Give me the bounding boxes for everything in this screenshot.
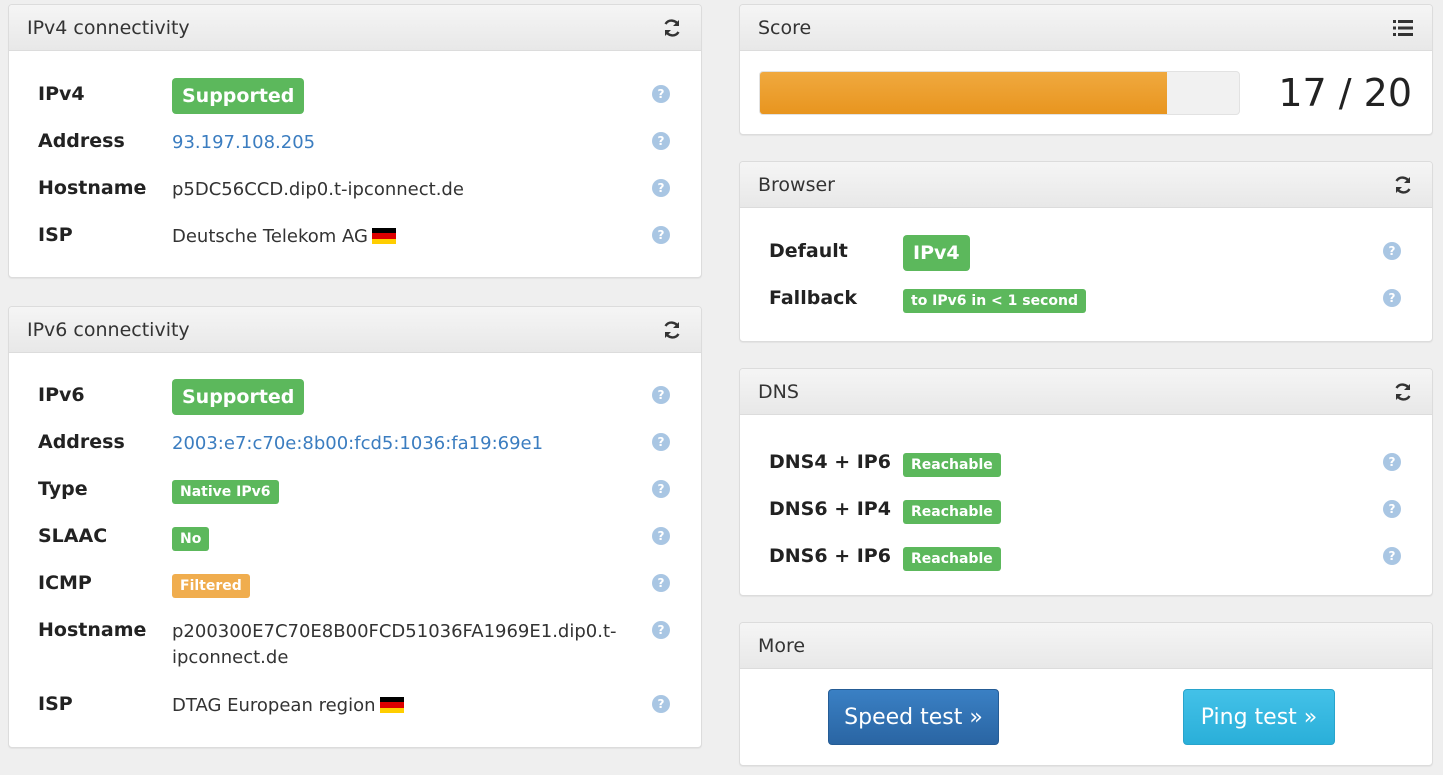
slaac-badge: No — [172, 527, 210, 551]
refresh-icon[interactable] — [1392, 174, 1414, 196]
ipv6-row-ipv6: IPv6 Supported ? — [9, 378, 701, 415]
help-icon[interactable]: ? — [1383, 547, 1401, 565]
hostname-line-2: ipconnect.de — [172, 647, 289, 668]
score-progress-bar — [759, 71, 1240, 115]
list-icon[interactable] — [1392, 17, 1414, 39]
ipv4-hostname: p5DC56CCD.dip0.t-ipconnect.de — [172, 179, 464, 200]
score-panel-header: Score — [740, 5, 1432, 51]
reachable-badge: Reachable — [903, 547, 1001, 571]
row-label: Address — [38, 130, 125, 152]
dns-row-dns6-ip4: DNS6 + IP4 Reachable ? — [740, 492, 1432, 526]
dns-row-dns6-ip6: DNS6 + IP6 Reachable ? — [740, 539, 1432, 573]
more-panel-title: More — [758, 634, 806, 657]
score-panel: Score 17 / 20 — [739, 4, 1433, 135]
ipv6-address-link[interactable]: 2003:e7:c70e:8b00:fcd5:1036:fa19:69e1 — [172, 431, 543, 457]
help-icon[interactable]: ? — [652, 179, 670, 197]
flag-de-icon — [379, 697, 404, 713]
help-icon[interactable]: ? — [652, 574, 670, 592]
row-label: ISP — [38, 693, 73, 715]
default-badge: IPv4 — [903, 235, 970, 271]
row-label: ISP — [38, 224, 73, 246]
icmp-badge: Filtered — [172, 574, 250, 598]
supported-badge: Supported — [172, 379, 305, 415]
browser-panel: Browser Default IPv4 ? Fallback to IPv6 … — [739, 161, 1433, 342]
help-icon[interactable]: ? — [652, 85, 670, 103]
ipv6-row-slaac: SLAAC No ? — [9, 519, 701, 553]
row-label: DNS6 + IP4 — [769, 498, 891, 520]
row-label: IPv4 — [38, 83, 85, 105]
speed-test-button[interactable]: Speed test » — [828, 689, 999, 745]
ipv6-panel: IPv6 connectivity IPv6 Supported ? Addre… — [8, 306, 702, 748]
row-label: Hostname — [38, 619, 147, 641]
more-panel: More Speed test » Ping test » — [739, 622, 1433, 766]
help-icon[interactable]: ? — [652, 527, 670, 545]
row-label: Type — [38, 478, 88, 500]
flag-de-icon — [371, 228, 396, 244]
row-label: ICMP — [38, 572, 92, 594]
hostname-line-1: p200300E7C70E8B00FCD51036FA1969E1.dip0.t… — [172, 621, 617, 642]
ipv4-row-hostname: Hostname p5DC56CCD.dip0.t-ipconnect.de ? — [9, 171, 701, 205]
row-label: Fallback — [769, 287, 858, 309]
isp-name: DTAG European region — [172, 695, 376, 716]
ipv4-panel-header: IPv4 connectivity — [9, 5, 701, 51]
help-icon[interactable]: ? — [1383, 289, 1401, 307]
help-icon[interactable]: ? — [652, 433, 670, 451]
type-badge: Native IPv6 — [172, 480, 279, 504]
help-icon[interactable]: ? — [652, 386, 670, 404]
score-progress-fill — [760, 72, 1168, 114]
ipv6-row-icmp: ICMP Filtered ? — [9, 566, 701, 600]
ipv6-panel-title: IPv6 connectivity — [27, 318, 190, 341]
ipv4-row-address: Address 93.197.108.205 ? — [9, 124, 701, 158]
row-label: IPv6 — [38, 384, 85, 406]
refresh-icon[interactable] — [1392, 381, 1414, 403]
ipv6-panel-header: IPv6 connectivity — [9, 307, 701, 353]
browser-row-default: Default IPv4 ? — [740, 234, 1432, 271]
browser-panel-title: Browser — [758, 173, 835, 196]
more-panel-header: More — [740, 623, 1432, 669]
ping-test-button[interactable]: Ping test » — [1183, 689, 1335, 745]
ipv4-panel: IPv4 connectivity IPv4 Supported ? Addre… — [8, 4, 702, 278]
row-label: DNS4 + IP6 — [769, 451, 891, 473]
dns-panel: DNS DNS4 + IP6 Reachable ? DNS6 + IP4 Re… — [739, 368, 1433, 596]
dns-row-dns4-ip6: DNS4 + IP6 Reachable ? — [740, 445, 1432, 479]
row-label: Hostname — [38, 177, 147, 199]
dns-panel-title: DNS — [758, 380, 799, 403]
browser-panel-header: Browser — [740, 162, 1432, 208]
row-label: Address — [38, 431, 125, 453]
ipv6-row-hostname: Hostname p200300E7C70E8B00FCD51036FA1969… — [9, 613, 701, 673]
help-icon[interactable]: ? — [652, 621, 670, 639]
help-icon[interactable]: ? — [1383, 453, 1401, 471]
ipv4-panel-title: IPv4 connectivity — [27, 16, 190, 39]
ipv6-row-type: Type Native IPv6 ? — [9, 472, 701, 506]
help-icon[interactable]: ? — [652, 132, 670, 150]
supported-badge: Supported — [172, 78, 305, 114]
refresh-icon[interactable] — [661, 319, 683, 341]
help-icon[interactable]: ? — [1383, 242, 1401, 260]
ipv4-row-ipv4: IPv4 Supported ? — [9, 77, 701, 114]
row-label: Default — [769, 240, 848, 262]
reachable-badge: Reachable — [903, 500, 1001, 524]
help-icon[interactable]: ? — [652, 226, 670, 244]
reachable-badge: Reachable — [903, 453, 1001, 477]
score-value: 17 / 20 — [1278, 71, 1412, 115]
help-icon[interactable]: ? — [652, 695, 670, 713]
row-label: DNS6 + IP6 — [769, 545, 891, 567]
ipv4-row-isp: ISP Deutsche Telekom AG ? — [9, 218, 701, 252]
browser-row-fallback: Fallback to IPv6 in < 1 second ? — [740, 281, 1432, 315]
help-icon[interactable]: ? — [652, 480, 670, 498]
fallback-badge: to IPv6 in < 1 second — [903, 289, 1086, 313]
dns-panel-header: DNS — [740, 369, 1432, 415]
refresh-icon[interactable] — [661, 17, 683, 39]
ipv4-address-link[interactable]: 93.197.108.205 — [172, 130, 315, 156]
ipv6-hostname: p200300E7C70E8B00FCD51036FA1969E1.dip0.t… — [172, 619, 617, 671]
help-icon[interactable]: ? — [1383, 500, 1401, 518]
ipv6-row-address: Address 2003:e7:c70e:8b00:fcd5:1036:fa19… — [9, 425, 701, 459]
score-panel-title: Score — [758, 16, 812, 39]
isp-name: Deutsche Telekom AG — [172, 226, 368, 247]
row-label: SLAAC — [38, 525, 108, 547]
ipv4-isp: Deutsche Telekom AG — [172, 224, 396, 250]
ipv6-isp: DTAG European region — [172, 693, 404, 719]
ipv6-row-isp: ISP DTAG European region ? — [9, 687, 701, 721]
